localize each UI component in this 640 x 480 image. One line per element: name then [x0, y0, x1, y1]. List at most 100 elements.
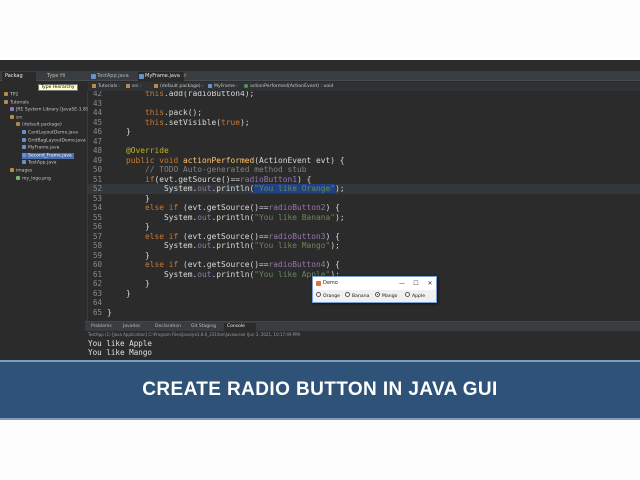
line-number: 64 — [92, 298, 102, 307]
eclipse-ide-window: Packag Type Hi TP2 Tutorials JRE System Li… — [0, 60, 640, 360]
demo-title: Demo — [323, 280, 338, 286]
editor-tabs: TestApp.java MyFrame.java × — [88, 71, 640, 81]
breadcrumb-project[interactable]: Tutorials› — [92, 82, 121, 91]
radio-indicator-icon[interactable] — [375, 292, 380, 297]
tree-item-icon — [22, 130, 26, 134]
tree-item-icon — [16, 122, 20, 127]
top-letterbox — [0, 0, 640, 60]
console-output-line: You like Mango — [88, 348, 153, 357]
breadcrumb-package[interactable]: (default package)› — [154, 82, 204, 91]
demo-title-bar[interactable]: Demo — ☐ ✕ — [313, 277, 436, 290]
tree-item-icon — [16, 175, 20, 180]
code-line: 58 System.out.println("You like Mango"); — [88, 241, 640, 251]
code-text: System.out.println("You like Banana"); — [107, 212, 345, 222]
code-line: 50 // TODO Auto-generated method stub — [88, 165, 640, 175]
tree-item[interactable]: src — [10, 114, 23, 121]
radio-mango[interactable]: Mango — [375, 292, 397, 301]
title-banner: CREATE RADIO BUTTON IN JAVA GUI — [0, 360, 640, 420]
code-text: @Override — [126, 146, 169, 155]
tree-item-label: Tutorials — [10, 100, 29, 106]
console-panel-tabs: Problems Javadoc Declaration Git Staging… — [85, 322, 640, 331]
line-number: 61 — [92, 269, 102, 279]
code-text: } — [107, 127, 131, 136]
radio-indicator-icon[interactable] — [345, 292, 350, 297]
package-icon — [154, 83, 158, 88]
tree-item-icon — [4, 92, 8, 96]
radio-indicator-icon[interactable] — [316, 292, 321, 297]
tab-type-hierarchy[interactable]: Type Hi — [44, 72, 74, 81]
tree-item-label: TP2 — [10, 92, 19, 98]
code-text: // TODO Auto-generated method stub — [145, 165, 307, 174]
line-number: 46 — [92, 127, 102, 136]
tree-item[interactable]: Tutorials — [4, 99, 29, 106]
tree-item-label: JRE System Library [JavaSE-1.8] — [16, 107, 88, 113]
line-number: 60 — [92, 260, 102, 269]
line-number: 55 — [92, 212, 102, 222]
tree-item[interactable]: my_logo.png — [16, 175, 51, 182]
line-number: 58 — [92, 241, 102, 250]
line-number: 51 — [92, 174, 102, 184]
code-line: 51 if(evt.getSource()==radioButton1) { — [88, 175, 640, 185]
breadcrumb: Tutorials› src› (default package)› MyFra… — [88, 82, 640, 91]
tab-git-staging[interactable]: Git Staging — [188, 323, 222, 331]
radio-banana[interactable]: Banana — [345, 292, 369, 301]
close-button[interactable]: ✕ — [423, 278, 437, 289]
tree-item[interactable]: images — [10, 168, 32, 174]
breadcrumb-method[interactable]: actionPerformed(ActionEvent) : void — [244, 82, 333, 91]
code-text: } — [107, 307, 112, 317]
project-folder-icon — [92, 83, 96, 88]
code-line: 56 } — [88, 222, 640, 232]
breadcrumb-class[interactable]: MyFrame› — [208, 82, 239, 91]
package-explorer-tree: TP2 Tutorials JRE System Library [JavaSE-1… — [0, 91, 88, 321]
line-number: 47 — [92, 136, 102, 146]
radio-label: Apple — [412, 294, 426, 299]
code-text: } — [107, 288, 131, 298]
tree-item[interactable]: Second_Frame.java — [22, 152, 74, 159]
code-line: 59 } — [88, 251, 640, 261]
tree-item[interactable]: GridBagLayoutDemo.java — [22, 137, 86, 144]
code-line: 44 this.pack(); — [88, 108, 640, 118]
tree-item[interactable]: CardLayoutDemo.java — [22, 130, 78, 136]
tree-item[interactable]: (default package) — [16, 122, 62, 128]
code-line: 54 else if (evt.getSource()==radioButton… — [88, 203, 640, 213]
radio-indicator-icon[interactable] — [405, 292, 410, 297]
breadcrumb-src[interactable]: src› — [126, 82, 143, 91]
code-text: System.out.println("You like Apple"); — [107, 269, 340, 279]
tab-package-explorer[interactable]: Packag — [2, 72, 36, 81]
minimize-button[interactable]: — — [395, 278, 409, 289]
tab-testapp-java[interactable]: TestApp.java — [90, 72, 136, 81]
code-text: else if (evt.getSource()==radioButton2) … — [145, 203, 340, 212]
code-text: } — [107, 193, 150, 203]
tree-item-icon — [4, 99, 8, 104]
bottom-letterbox — [0, 420, 640, 480]
tree-item[interactable]: JRE System Library [JavaSE-1.8] — [10, 107, 88, 113]
tree-item-label: Second_Frame.java — [28, 153, 72, 159]
radio-orange[interactable]: Orange — [316, 292, 340, 301]
tree-item-label: GridBagLayoutDemo.java — [28, 138, 86, 144]
class-icon — [208, 83, 212, 88]
line-number: 43 — [92, 98, 102, 108]
tab-problems[interactable]: Problems — [88, 323, 118, 331]
tree-item[interactable]: TestApp.java — [22, 160, 57, 166]
tab-javadoc[interactable]: Javadoc — [120, 323, 150, 331]
tree-item-label: my_logo.png — [22, 176, 51, 182]
console-launch-status: TestApp (1) [Java Application] C:\Progra… — [88, 332, 301, 337]
tree-item[interactable]: TP2 — [4, 92, 18, 98]
tree-item-label: images — [16, 168, 33, 174]
tree-item-label: (default package) — [22, 122, 62, 128]
tooltip: Type Hierarchy — [38, 84, 78, 91]
maximize-button[interactable]: ☐ — [409, 278, 423, 289]
tree-item-label: src — [16, 115, 23, 121]
radio-apple[interactable]: Apple — [405, 292, 426, 301]
tree-item[interactable]: MyFrame.java — [22, 145, 59, 151]
code-text: this.pack(); — [145, 108, 203, 117]
close-tab-icon[interactable]: × — [183, 73, 187, 79]
tab-console[interactable]: Console — [224, 323, 256, 331]
console-output-line: You like Apple — [88, 339, 153, 348]
tab-declaration[interactable]: Declaration — [152, 323, 186, 331]
tab-myframe-java[interactable]: MyFrame.java × — [138, 72, 187, 81]
line-number: 44 — [92, 108, 102, 117]
code-line: 45 this.setVisible(true); — [88, 118, 640, 128]
tree-item-icon — [10, 168, 14, 172]
demo-window: Demo — ☐ ✕ Orange Banana Mango Apple — [312, 276, 437, 303]
